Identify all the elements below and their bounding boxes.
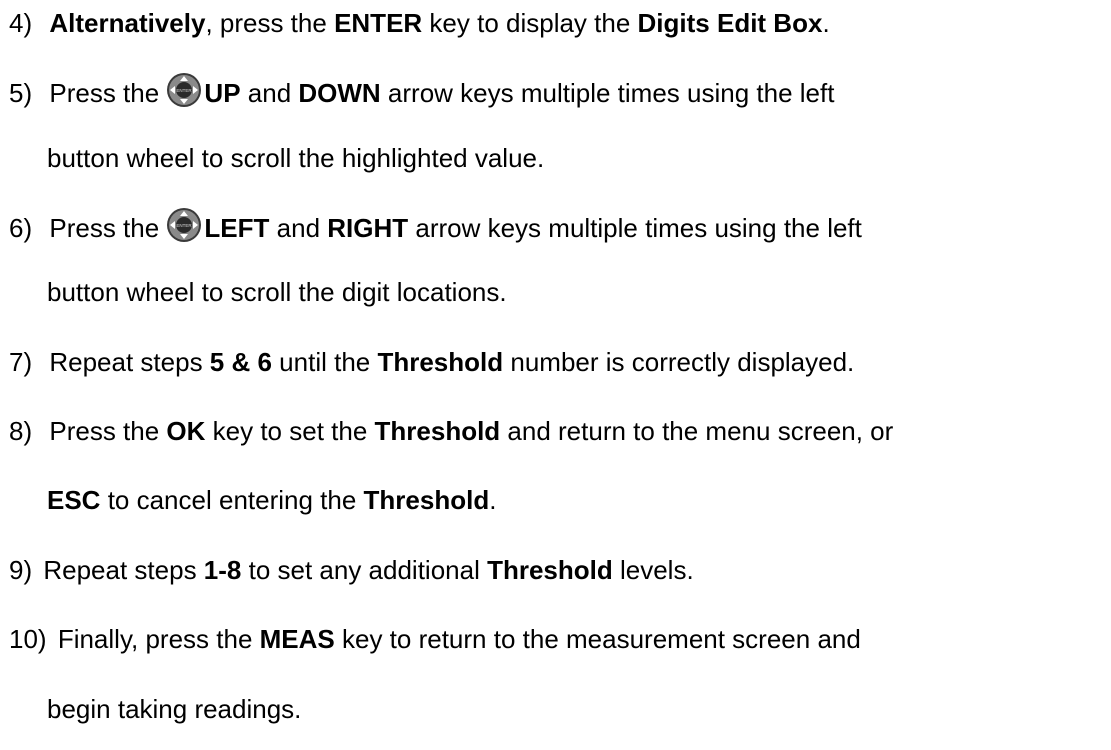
step-text: . — [489, 485, 497, 515]
step-text: arrow keys multiple times using the left — [380, 78, 835, 108]
step-text: to set any additional — [241, 555, 488, 585]
bold-term: Alternatively — [49, 8, 206, 38]
bold-term: ENTER — [334, 8, 423, 38]
bold-term: Threshold — [377, 347, 504, 377]
step-text: button wheel to scroll the digit locatio… — [47, 277, 507, 307]
step-text: arrow keys multiple times using the left — [408, 213, 862, 243]
bold-term: 1-8 — [203, 555, 242, 585]
step-text: levels. — [612, 555, 694, 585]
step-text: Press the — [49, 416, 167, 446]
step-text: begin taking readings. — [47, 694, 302, 724]
step-number: 6) — [9, 213, 33, 243]
step-8-continued: ESC to cancel entering the Threshold. — [47, 485, 496, 515]
bold-term: MEAS — [259, 624, 335, 654]
bold-term: UP — [204, 78, 241, 108]
step-number: 9) — [9, 555, 33, 585]
bold-term: Threshold — [363, 485, 490, 515]
step-text: until the — [271, 347, 378, 377]
step-text: and return to the menu screen, or — [500, 416, 894, 446]
step-number: 10) — [9, 624, 47, 654]
step-text: key to set the — [205, 416, 375, 446]
step-text: key to return to the measurement screen … — [334, 624, 861, 654]
bold-term: Digits Edit Box — [637, 8, 823, 38]
step-number: 8) — [9, 416, 33, 446]
step-10-continued: begin taking readings. — [47, 694, 301, 724]
svg-text:ENTER: ENTER — [177, 223, 193, 228]
svg-text:ENTER: ENTER — [177, 88, 193, 93]
step-number: 7) — [9, 347, 33, 377]
step-text: and — [269, 213, 328, 243]
step-5: 5) Press the ENTER UP and DOWN arrow key… — [9, 72, 834, 108]
button-wheel-icon: ENTER — [167, 73, 202, 107]
step-text: to cancel entering the — [100, 485, 364, 515]
step-5-continued: button wheel to scroll the highlighted v… — [47, 143, 544, 173]
button-wheel-icon: ENTER — [167, 208, 202, 242]
step-text: , press the — [205, 8, 335, 38]
step-text: Press the — [49, 78, 160, 108]
step-text: number is correctly displayed. — [503, 347, 855, 377]
step-9: 9) Repeat steps 1-8 to set any additiona… — [9, 555, 694, 585]
step-8: 8) Press the OK key to set the Threshold… — [9, 416, 893, 446]
step-number: 5) — [9, 78, 33, 108]
bold-term: DOWN — [298, 78, 381, 108]
step-text: Press the — [49, 213, 160, 243]
bold-term: Threshold — [374, 416, 501, 446]
step-number: 4) — [9, 8, 33, 38]
step-text: key to display the — [422, 8, 638, 38]
bold-term: RIGHT — [327, 213, 409, 243]
step-text: Repeat steps — [49, 347, 210, 377]
bold-term: Threshold — [487, 555, 613, 585]
step-6: 6) Press the ENTER LEFT and RIGHT arrow … — [9, 207, 862, 243]
bold-term: OK — [166, 416, 206, 446]
step-text: Finally, press the — [57, 624, 260, 654]
step-text: Repeat steps — [43, 555, 204, 585]
step-text: button wheel to scroll the highlighted v… — [47, 143, 545, 173]
step-4: 4) Alternatively, press the ENTER key to… — [9, 8, 830, 38]
manual-page: 4) Alternatively, press the ENTER key to… — [0, 0, 1111, 750]
step-7: 7) Repeat steps 5 & 6 until the Threshol… — [9, 347, 854, 377]
bold-term: 5 & 6 — [209, 347, 272, 377]
step-10: 10) Finally, press the MEAS key to retur… — [9, 624, 861, 654]
step-text: and — [240, 78, 299, 108]
bold-term: LEFT — [204, 213, 270, 243]
step-text: . — [822, 8, 830, 38]
step-6-continued: button wheel to scroll the digit locatio… — [47, 277, 507, 307]
bold-term: ESC — [47, 485, 101, 515]
